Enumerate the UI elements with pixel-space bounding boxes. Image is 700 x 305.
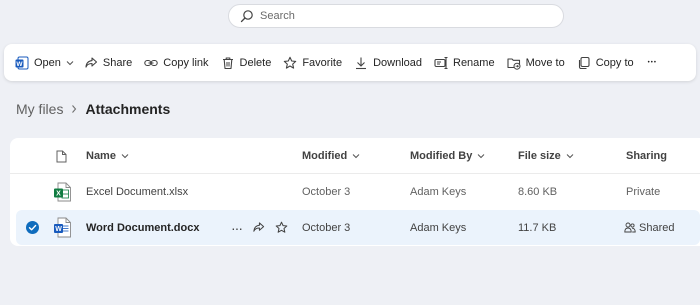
chevron-right-icon (72, 105, 77, 113)
copy-link-button[interactable]: Copy link (144, 56, 209, 70)
copy-to-button[interactable]: Copy to (577, 56, 634, 70)
breadcrumb-my-files[interactable]: My files (16, 101, 63, 117)
table-row-selected[interactable]: W Word Document.docx ··· October 3 Adam … (16, 210, 700, 245)
word-file-icon: W (54, 217, 71, 238)
chevron-down-icon (477, 153, 485, 158)
column-name-label: Name (86, 149, 116, 162)
open-button[interactable]: W Open (15, 56, 74, 70)
search-box[interactable]: Search (228, 4, 564, 28)
trash-icon (222, 56, 233, 69)
file-name[interactable]: Word Document.docx (86, 210, 199, 245)
file-size: 11.7 KB (518, 221, 557, 234)
file-modified: October 3 (302, 185, 351, 198)
column-header-file-size[interactable]: File size (518, 138, 574, 173)
file-modified-by: Adam Keys (410, 185, 467, 198)
more-options-button[interactable]: ••• (648, 60, 657, 66)
file-sharing-label: Shared (639, 221, 675, 234)
file-sharing: Shared (624, 210, 674, 245)
share-button[interactable]: Share (84, 56, 132, 70)
column-header-name[interactable]: Name (86, 138, 129, 173)
rename-icon (434, 56, 448, 69)
search-icon (240, 10, 253, 23)
move-to-label: Move to (525, 56, 565, 69)
file-modified-by: Adam Keys (410, 221, 467, 234)
rename-label: Rename (453, 56, 495, 69)
chevron-down-icon (352, 153, 360, 158)
file-size: 8.60 KB (518, 185, 558, 198)
share-icon[interactable] (252, 221, 265, 234)
more-icon: ··· (231, 219, 243, 236)
download-label: Download (373, 56, 422, 69)
file-list: Name Modified Modified By File size Shar… (10, 138, 700, 246)
column-file-size-label: File size (518, 149, 561, 162)
row-more-button[interactable]: ··· (231, 210, 243, 245)
word-app-icon: W (15, 56, 29, 69)
file-list-header: Name Modified Modified By File size Shar… (10, 138, 700, 174)
open-label: Open (34, 56, 61, 69)
excel-file-icon: X (54, 182, 71, 202)
copy-link-label: Copy link (163, 56, 209, 69)
move-to-button[interactable]: Move to (507, 56, 565, 70)
delete-button[interactable]: Delete (221, 56, 272, 70)
column-sharing-label: Sharing (626, 149, 667, 162)
column-modified-by-label: Modified By (410, 149, 473, 162)
column-header-modified[interactable]: Modified (302, 138, 360, 173)
link-icon (144, 59, 159, 66)
file-type-icon[interactable] (56, 150, 67, 163)
column-modified-label: Modified (302, 149, 348, 162)
file-sharing: Private (626, 185, 661, 198)
share-label: Share (102, 56, 133, 69)
svg-text:W: W (55, 226, 62, 233)
copy-to-label: Copy to (595, 56, 634, 69)
breadcrumb: My files Attachments (16, 101, 170, 117)
column-header-sharing[interactable]: Sharing (626, 138, 667, 173)
share-icon (85, 56, 97, 68)
checkmark-circle-icon[interactable] (26, 221, 39, 234)
copy-icon (578, 56, 590, 69)
download-icon (356, 57, 367, 69)
column-header-modified-by[interactable]: Modified By (410, 138, 485, 173)
more-icon: ••• (647, 59, 657, 66)
table-row[interactable]: X Excel Document.xlsx October 3 Adam Key… (10, 174, 700, 209)
chevron-down-icon (566, 153, 574, 158)
favorite-label: Favorite (302, 56, 343, 69)
download-button[interactable]: Download (354, 56, 422, 70)
svg-text:W: W (16, 61, 23, 68)
command-bar: W Open Share Copy link Delete Favorite D… (4, 44, 696, 81)
people-icon (624, 222, 636, 233)
move-folder-icon (507, 57, 521, 70)
rename-button[interactable]: Rename (434, 56, 495, 70)
file-modified: October 3 (302, 221, 351, 234)
favorite-button[interactable]: Favorite (283, 56, 342, 70)
delete-label: Delete (239, 56, 272, 69)
star-icon (284, 56, 297, 69)
star-icon[interactable] (275, 221, 288, 234)
search-placeholder: Search (260, 10, 295, 22)
file-name[interactable]: Excel Document.xlsx (86, 174, 188, 209)
chevron-down-icon (121, 153, 129, 158)
breadcrumb-current: Attachments (85, 101, 171, 117)
svg-text:X: X (56, 191, 61, 198)
chevron-down-icon (66, 60, 74, 65)
